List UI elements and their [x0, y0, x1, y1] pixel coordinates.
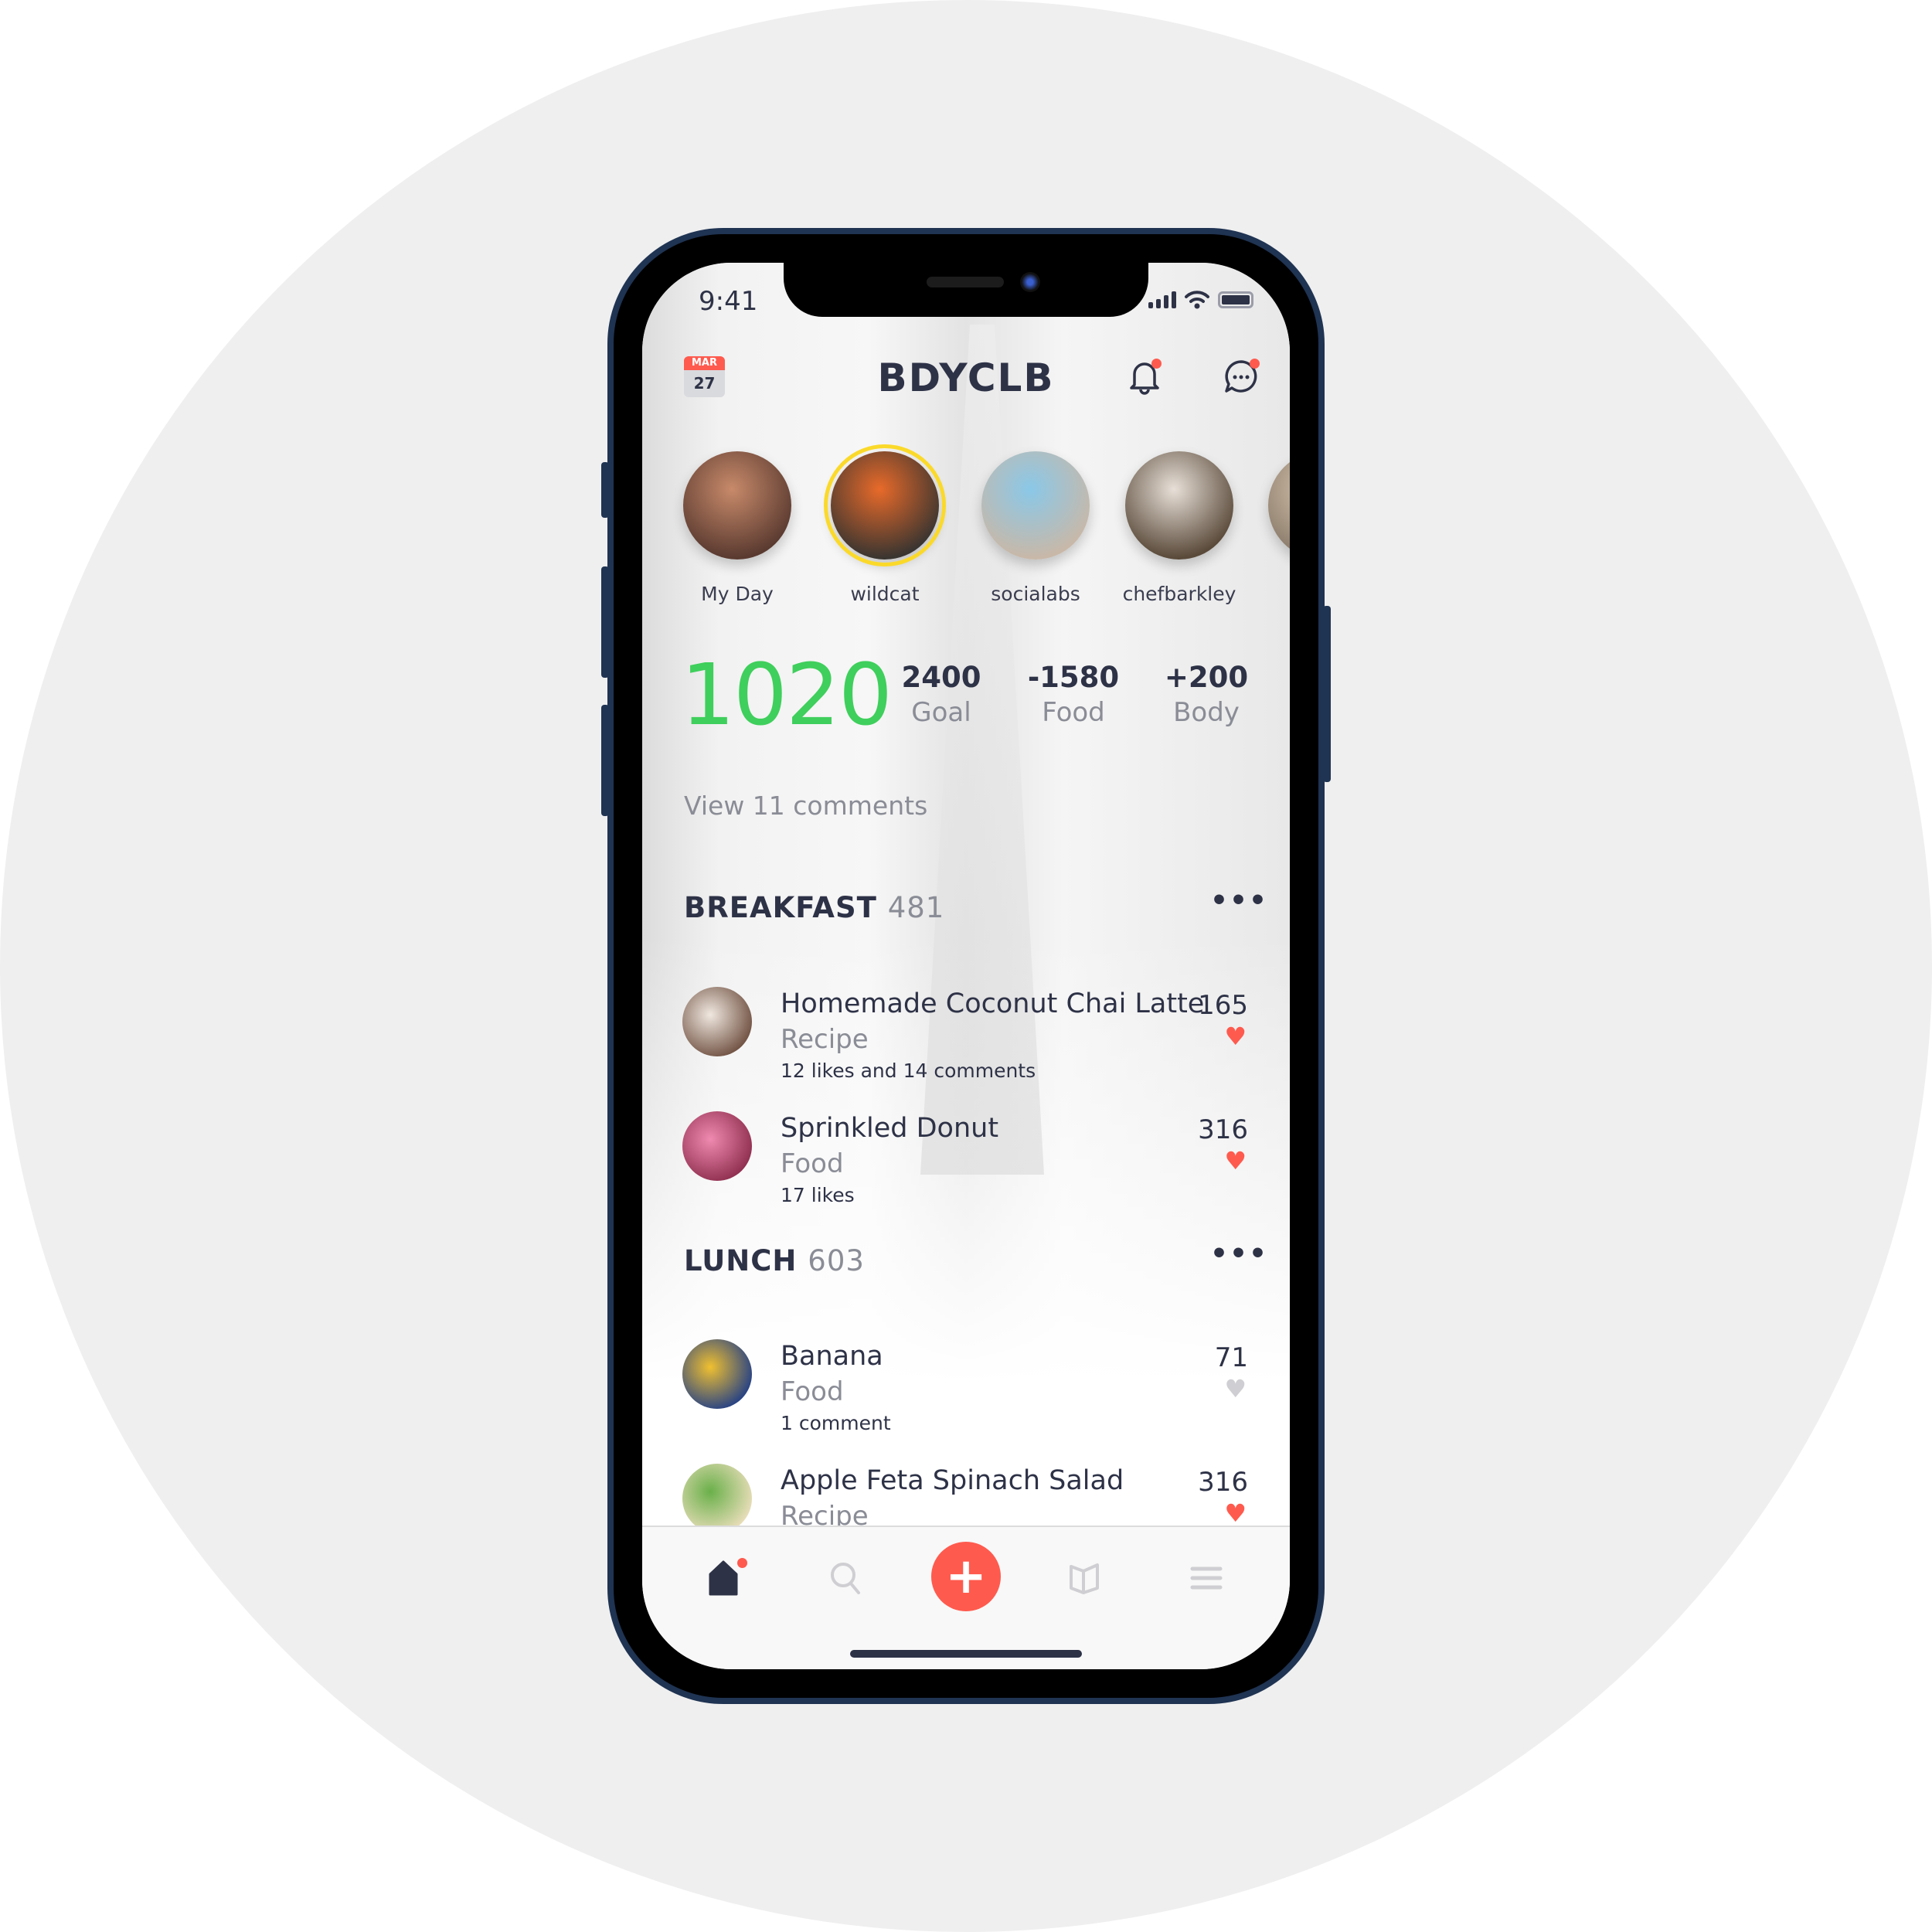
food-title: Banana — [781, 1341, 883, 1372]
heart-icon[interactable]: ♥ — [1224, 1501, 1247, 1526]
book-icon — [1070, 1563, 1099, 1594]
tab-search[interactable] — [822, 1555, 869, 1601]
heart-icon[interactable]: ♥ — [1224, 1376, 1247, 1401]
section-header: BREAKFAST 481 — [684, 891, 944, 924]
home-indicator[interactable] — [850, 1650, 1082, 1658]
search-icon — [831, 1563, 860, 1594]
food-list-item[interactable]: Banana Food 1 comment 71 ♥ — [642, 1339, 1290, 1474]
food-thumbnail — [682, 1464, 752, 1526]
food-type: Food — [781, 1148, 844, 1179]
section-header: LUNCH 603 — [684, 1244, 865, 1277]
home-icon — [709, 1560, 738, 1596]
volume-up-button — [601, 566, 609, 678]
food-title: Sprinkled Donut — [781, 1113, 999, 1144]
tab-home[interactable] — [702, 1555, 748, 1601]
heart-icon[interactable]: ♥ — [1224, 1024, 1247, 1049]
food-list-item[interactable]: Sprinkled Donut Food 17 likes 316 ♥ — [642, 1111, 1290, 1246]
heart-icon[interactable]: ♥ — [1224, 1148, 1247, 1173]
more-options-icon[interactable]: ••• — [1210, 885, 1268, 917]
food-type: Recipe — [781, 1501, 869, 1526]
section-calories: 481 — [887, 891, 945, 924]
food-thumbnail — [682, 987, 752, 1056]
food-thumbnail — [682, 1111, 752, 1181]
food-type: Food — [781, 1376, 844, 1407]
food-meta: 12 likes and 14 comments — [781, 1060, 1036, 1082]
food-thumbnail — [682, 1339, 752, 1409]
food-type: Recipe — [781, 1024, 869, 1055]
food-meta: 17 likes — [781, 1184, 855, 1206]
more-options-icon[interactable]: ••• — [1210, 1238, 1268, 1270]
food-list-item[interactable]: Apple Feta Spinach Salad Recipe 316 ♥ — [642, 1464, 1290, 1526]
food-calories: 316 — [1198, 1114, 1248, 1145]
food-title: Homemade Coconut Chai Latte — [781, 988, 1205, 1019]
food-meta: 1 comment — [781, 1412, 891, 1434]
app-screen: 9:41 MAR 27 BDYCLB My Day wildcat socialab… — [642, 263, 1290, 1669]
food-calories: 316 — [1198, 1467, 1248, 1498]
menu-icon — [1190, 1566, 1223, 1590]
add-button[interactable]: + — [931, 1542, 1001, 1611]
food-calories: 71 — [1214, 1342, 1248, 1373]
power-button — [1323, 606, 1331, 782]
silent-switch — [601, 462, 609, 518]
food-list-item[interactable]: Homemade Coconut Chai Latte Recipe 12 li… — [642, 987, 1290, 1121]
tab-recipes[interactable] — [1062, 1555, 1108, 1601]
food-calories: 165 — [1198, 990, 1248, 1021]
plus-icon: + — [945, 1548, 987, 1605]
tab-bar: + — [642, 1526, 1290, 1669]
section-name: LUNCH — [684, 1244, 798, 1277]
section-calories: 603 — [808, 1244, 865, 1277]
food-title: Apple Feta Spinach Salad — [781, 1465, 1124, 1496]
volume-down-button — [601, 705, 609, 816]
section-name: BREAKFAST — [684, 891, 877, 924]
home-badge — [737, 1558, 747, 1568]
tab-menu[interactable] — [1183, 1555, 1230, 1601]
